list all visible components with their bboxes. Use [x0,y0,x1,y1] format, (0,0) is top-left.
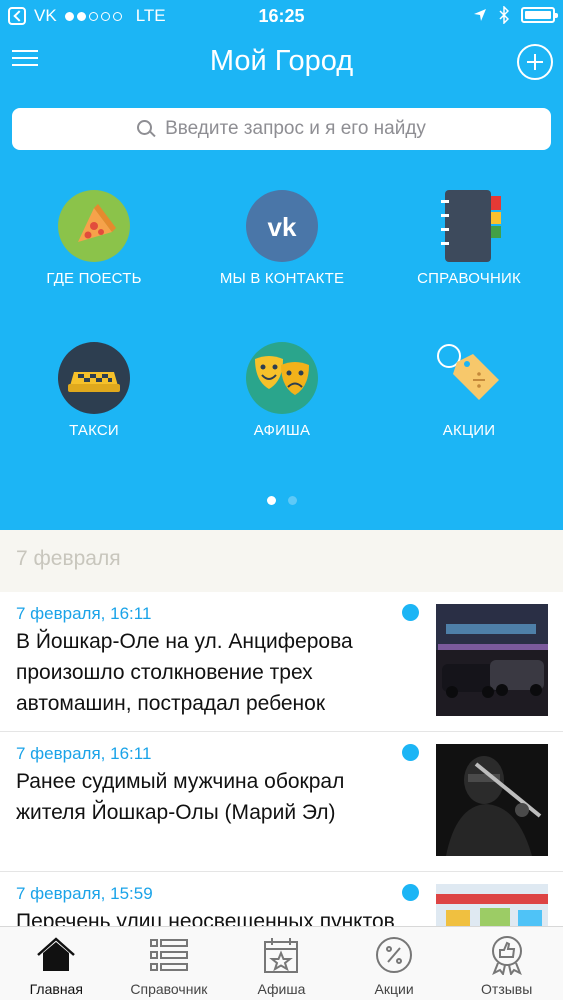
calendar-star-icon [261,935,301,975]
unread-dot [402,884,419,901]
news-headline: Ранее судимый мужчина обокрал жителя Йош… [16,770,345,824]
tab-directory[interactable]: Справочник [113,927,226,1000]
add-button[interactable] [517,44,553,80]
news-time: 7 февраля, 16:11 [16,744,152,763]
bluetooth-icon [499,6,509,24]
section-date-header: 7 февраля [0,530,563,592]
category-events[interactable]: АФИША [188,342,376,472]
theatre-masks-icon [246,342,318,414]
tab-reviews[interactable]: Отзывы [450,927,563,1000]
discount-tag-icon [433,342,505,414]
page-dot[interactable] [287,496,297,505]
battery-icon [521,7,558,23]
pizza-icon [58,190,130,262]
tab-home[interactable]: Главная [0,927,113,1000]
page-dot[interactable] [266,496,276,505]
category-taxi[interactable]: ТАКСИ [0,342,188,472]
home-icon [36,935,76,975]
search-placeholder: Введите запрос и я его найду [165,118,426,139]
bottom-tab-bar: Главная Справочник Афиша Акции Отзывы [0,926,563,1000]
news-time: 7 февраля, 15:59 [16,884,153,903]
category-food[interactable]: ГДЕ ПОЕСТЬ [0,190,188,320]
tab-promos[interactable]: Акции [338,927,451,1000]
news-headline: В Йошкар-Оле на ул. Анциферова произошло… [16,630,353,715]
category-label: СПРАВОЧНИК [417,270,521,287]
taxi-icon [58,342,130,414]
news-thumbnail [436,744,548,856]
category-vk[interactable]: vk МЫ В КОНТАКТЕ [188,190,376,320]
svg-text:vk: vk [268,212,297,241]
percent-icon [374,935,414,975]
category-label: МЫ В КОНТАКТЕ [219,270,345,287]
unread-dot [402,744,419,761]
tab-label: Главная [29,981,83,997]
location-icon [474,9,486,21]
category-label: ГДЕ ПОЕСТЬ [46,270,142,287]
notebook-icon [433,190,505,262]
tab-events[interactable]: Афиша [225,927,338,1000]
news-item[interactable]: 7 февраля, 16:11 В Йошкар-Оле на ул. Анц… [0,592,563,732]
news-item[interactable]: 7 февраля, 16:11 Ранее судимый мужчина о… [0,732,563,872]
tab-label: Акции [374,981,414,997]
category-promos[interactable]: АКЦИИ [375,342,563,472]
search-icon [137,120,155,138]
page-title: Мой Город [209,45,354,77]
status-bar: VK LTE 16:25 [0,0,563,34]
list-icon [149,935,189,975]
page-indicator [0,496,563,505]
search-input[interactable]: Введите запрос и я его найду [12,108,551,150]
tab-label: Афиша [257,981,306,997]
category-label: ТАКСИ [69,422,119,439]
tab-label: Справочник [130,981,208,997]
news-time: 7 февраля, 16:11 [16,604,152,623]
unread-dot [402,604,419,621]
category-directory[interactable]: СПРАВОЧНИК [375,190,563,320]
news-thumbnail [436,604,548,716]
category-label: АФИША [253,422,311,439]
tab-label: Отзывы [481,981,533,997]
category-label: АКЦИИ [442,422,496,439]
vk-icon: vk [246,190,318,262]
thumbs-up-badge-icon [487,935,527,975]
